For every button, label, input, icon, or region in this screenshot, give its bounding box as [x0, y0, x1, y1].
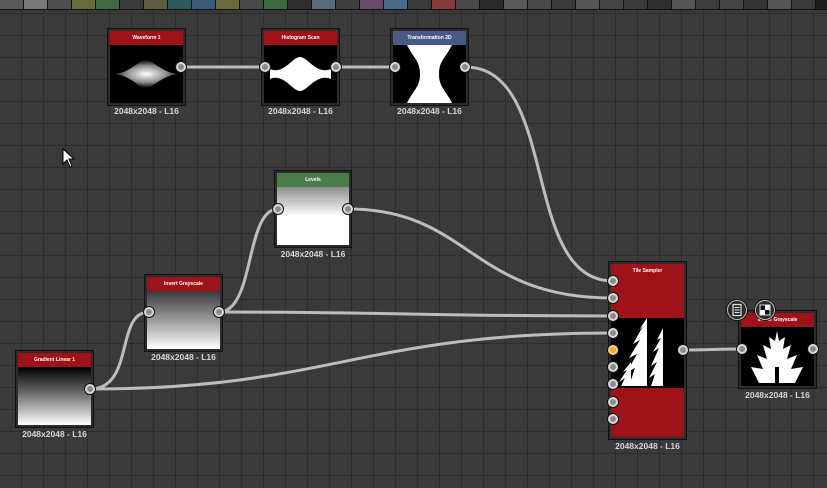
output-port[interactable]: [808, 344, 818, 354]
node-size-label: 2048x2048 - L16: [22, 429, 87, 439]
output-port[interactable]: [331, 62, 341, 72]
wire-invert-to-levels: [217, 207, 280, 314]
node-thumbnail: [110, 45, 183, 103]
wire-transform-to-tilesampler: [463, 65, 615, 283]
node-thumbnail: [393, 45, 466, 103]
node-waveform[interactable]: Waveform 1: [108, 29, 185, 105]
input-port[interactable]: [390, 62, 400, 72]
mouse-cursor-icon: [62, 148, 76, 168]
node-title: Waveform 1: [110, 31, 183, 45]
node-title: Mirror Grayscale: [741, 313, 814, 327]
wire-gradient-to-invert: [88, 310, 151, 391]
node-invert-grayscale[interactable]: Invert Grayscale: [145, 275, 222, 351]
node-title: Levels: [277, 173, 349, 187]
node-transformation-2d[interactable]: Transformation 2D: [391, 29, 468, 105]
input-port[interactable]: [260, 62, 270, 72]
input-port[interactable]: [144, 307, 154, 317]
input-port[interactable]: [608, 328, 618, 338]
node-size-label: 2048x2048 - L16: [151, 352, 216, 362]
node-thumbnail: [264, 45, 337, 103]
output-port[interactable]: [460, 62, 470, 72]
node-size-label: 2048x2048 - L16: [615, 441, 680, 451]
input-port[interactable]: [608, 414, 618, 424]
output-port[interactable]: [343, 204, 353, 214]
output-port[interactable]: [214, 307, 224, 317]
node-size-label: 2048x2048 - L16: [397, 106, 462, 116]
input-port[interactable]: [608, 397, 618, 407]
node-size-label: 2048x2048 - L16: [268, 106, 333, 116]
input-port[interactable]: [273, 204, 283, 214]
node-title: Histogram Scan: [264, 31, 337, 45]
node-title: Invert Grayscale: [147, 277, 220, 291]
transformation-thumbnail: [393, 45, 466, 103]
node-size-label: 2048x2048 - L16: [280, 249, 346, 259]
output-port[interactable]: [678, 345, 688, 355]
node-thumbnail: [18, 367, 91, 425]
node-thumbnail: [147, 291, 220, 349]
input-port[interactable]: [737, 344, 747, 354]
node-gradient-linear[interactable]: Gradient Linear 1: [16, 351, 93, 427]
wire-invert-to-tilesampler: [217, 310, 615, 318]
histogram-thumbnail: [264, 45, 337, 103]
node-size-label: 2048x2048 - L16: [745, 390, 810, 400]
document-icon[interactable]: [727, 300, 747, 320]
node-title: Gradient Linear 1: [18, 353, 91, 367]
output-port[interactable]: [85, 384, 95, 394]
node-tile-sampler[interactable]: Tile Sampler: [609, 262, 686, 439]
tile-sampler-thumbnail: [611, 278, 684, 437]
node-thumbnail: [277, 187, 349, 245]
output-port[interactable]: [176, 62, 186, 72]
node-levels[interactable]: Levels: [275, 171, 351, 247]
input-port-active[interactable]: [608, 345, 618, 355]
waveform-thumbnail: [110, 45, 183, 103]
checker-icon[interactable]: [755, 300, 775, 320]
input-port[interactable]: [608, 379, 618, 389]
wire-tilesampler-to-mirror: [681, 347, 744, 352]
node-title: Transformation 2D: [393, 31, 466, 45]
mirror-thumbnail: [741, 327, 814, 386]
input-port[interactable]: [608, 293, 618, 303]
input-port[interactable]: [608, 362, 618, 372]
node-size-label: 2048x2048 - L16: [114, 106, 179, 116]
node-histogram-scan[interactable]: Histogram Scan: [262, 29, 339, 105]
input-port[interactable]: [608, 276, 618, 286]
node-thumbnail: [741, 327, 814, 386]
node-title: Tile Sampler: [611, 264, 684, 278]
node-mirror-grayscale[interactable]: Mirror Grayscale: [739, 311, 816, 388]
node-thumbnail: [611, 278, 684, 437]
input-port[interactable]: [608, 311, 618, 321]
wire-levels-to-tilesampler: [346, 207, 615, 300]
